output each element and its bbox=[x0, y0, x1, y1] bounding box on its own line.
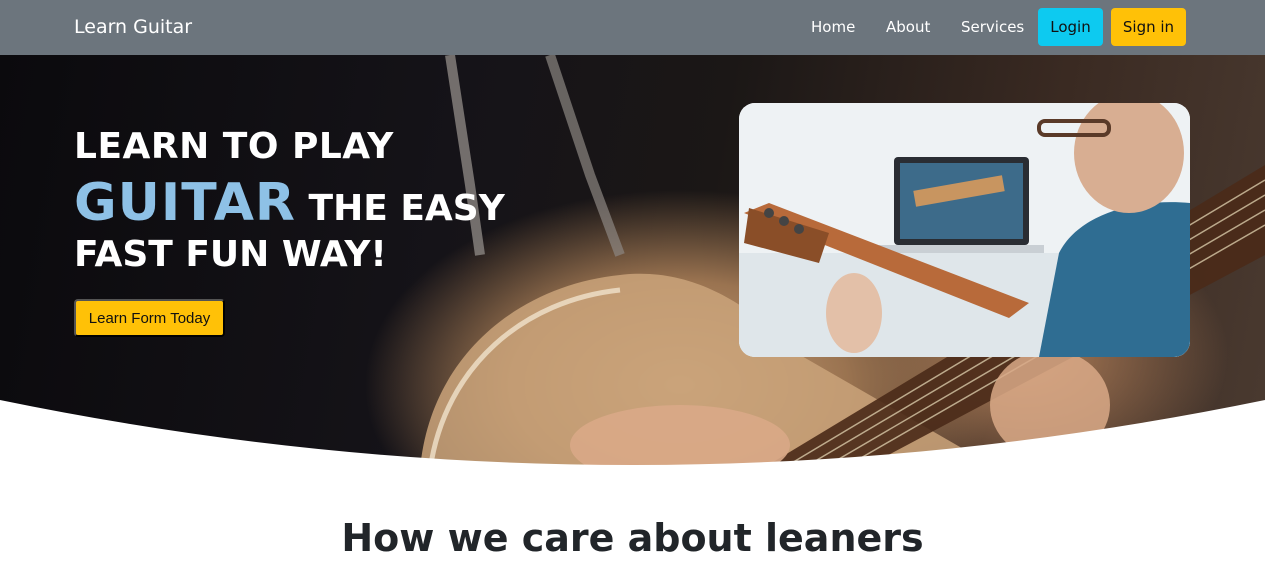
nav-link-home[interactable]: Home bbox=[811, 18, 855, 36]
hero-section: LEARN TO PLAY GUITAR THE EASY FAST FUN W… bbox=[0, 55, 1265, 470]
nav-link-about[interactable]: About bbox=[886, 18, 930, 36]
hero-curve-divider bbox=[0, 400, 1265, 470]
nav-link-services[interactable]: Services bbox=[961, 18, 1024, 36]
signin-button[interactable]: Sign in bbox=[1111, 8, 1186, 46]
navbar: Learn Guitar Home About Services Login S… bbox=[0, 0, 1265, 55]
login-button[interactable]: Login bbox=[1038, 8, 1103, 46]
section-title: How we care about leaners bbox=[341, 516, 924, 560]
brand-link[interactable]: Learn Guitar bbox=[74, 16, 192, 38]
